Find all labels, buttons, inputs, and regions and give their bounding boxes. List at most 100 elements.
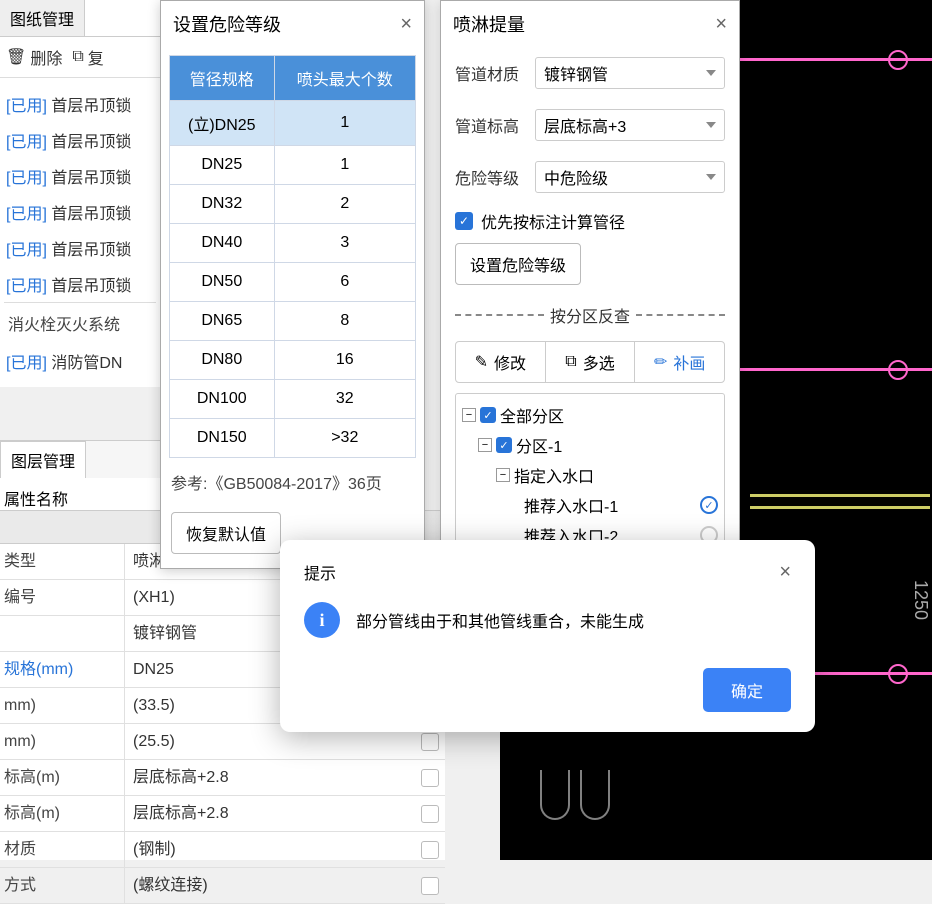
ok-button[interactable]: 确定 [703,668,791,712]
tab-drawing-mgmt[interactable]: 图纸管理 [0,0,85,36]
delete-button[interactable]: 🗑 删除 [6,45,62,69]
select-material[interactable]: 镀锌钢管 [535,57,725,89]
form-row-elevation: 管道标高 层底标高+3 [441,99,739,151]
table-row[interactable]: DN403 [170,224,416,263]
table-row[interactable]: (立)DN251 [170,101,416,146]
prop-checkbox[interactable] [415,868,445,903]
select-risk[interactable]: 中危险级 [535,161,725,193]
table-row[interactable]: DN251 [170,146,416,185]
checkbox-label: 优先按标注计算管径 [481,209,625,233]
status-ok-icon: ✓ [700,496,718,514]
tree-item[interactable]: [已用] 首层吊顶锁 [4,122,156,158]
chevron-down-icon [706,122,716,128]
cell-count: 16 [274,341,415,380]
cell-spec: DN80 [170,341,275,380]
table-row[interactable]: DN506 [170,263,416,302]
cell-count: 8 [274,302,415,341]
set-risk-button[interactable]: 设置危险等级 [455,243,581,285]
pipe-line [800,672,932,675]
cell-spec: DN32 [170,185,275,224]
dimension-text: 1250 [910,580,931,620]
used-tag: [已用] [6,206,47,223]
drawing-tree: [已用] 首层吊顶锁 [已用] 首层吊顶锁 [已用] 首层吊顶锁 [已用] 首层… [0,78,160,387]
panel-header: 喷淋提量 × [441,1,739,47]
item-label: 首层吊顶锁 [51,206,131,223]
copy-label: 复 [88,45,104,69]
prop-key: mm) [0,724,125,759]
copy-button[interactable]: ⧉ 复 [72,45,103,69]
info-icon: i [304,602,340,638]
tree-item[interactable]: [已用] 消防管DN [4,343,156,379]
cell-spec: DN150 [170,419,275,458]
layer-tab[interactable]: 图层管理 [0,441,86,478]
copy-icon: ⧉ [72,48,83,66]
prop-key: 类型 [0,544,125,579]
close-icon[interactable]: × [715,13,727,36]
dash-left [455,314,544,316]
separator-row: 按分区反查 [441,295,739,335]
zone-row-inlet[interactable]: − 指定入水口 [460,460,720,490]
zone-row-all[interactable]: − ✓ 全部分区 [460,400,720,430]
close-icon[interactable]: × [779,561,791,584]
prop-row[interactable]: 材质(钢制) [0,832,445,868]
prop-checkbox[interactable] [415,832,445,867]
pencil-icon: ✏ [654,352,667,372]
table-row[interactable]: DN322 [170,185,416,224]
select-elevation[interactable]: 层底标高+3 [535,109,725,141]
prop-checkbox[interactable] [415,796,445,831]
expander-icon[interactable]: − [462,408,476,422]
zone-row-z1[interactable]: − ✓ 分区-1 [460,430,720,460]
checkbox-icon[interactable]: ✓ [480,407,496,423]
table-row[interactable]: DN10032 [170,380,416,419]
prop-key: 标高(m) [0,796,125,831]
zone-label: 分区-1 [516,433,562,457]
used-tag: [已用] [6,355,47,372]
close-icon[interactable]: × [400,13,412,36]
select-value: 层底标高+3 [544,113,626,137]
prop-row[interactable]: 标高(m)层底标高+2.8 [0,760,445,796]
tree-item[interactable]: [已用] 首层吊顶锁 [4,194,156,230]
cell-count: 32 [274,380,415,419]
cell-count: 3 [274,224,415,263]
used-tag: [已用] [6,98,47,115]
tree-item[interactable]: [已用] 首层吊顶锁 [4,158,156,194]
separator-label: 按分区反查 [544,303,636,327]
zone-label: 推荐入水口-1 [524,493,618,517]
prop-key: 标高(m) [0,760,125,795]
zone-label: 指定入水口 [514,463,594,487]
prop-row[interactable]: 方式(螺纹连接) [0,868,445,904]
table-row[interactable]: DN150>32 [170,419,416,458]
zone-label: 全部分区 [500,403,564,427]
table-row[interactable]: DN658 [170,302,416,341]
prop-key: 方式 [0,868,125,903]
modify-button[interactable]: ✎修改 [456,342,546,382]
prop-row[interactable]: 标高(m)层底标高+2.8 [0,796,445,832]
checkbox-row-priority[interactable]: ✓ 优先按标注计算管径 [441,203,739,243]
cell-count: 2 [274,185,415,224]
prop-val: (钢制) [125,832,415,867]
cell-spec: DN65 [170,302,275,341]
checkbox-icon[interactable]: ✓ [496,437,512,453]
item-label: 首层吊顶锁 [51,98,131,115]
zone-row-inlet-1[interactable]: 推荐入水口-1 ✓ [460,490,720,520]
sidebar-toolbar: 🗑 删除 ⧉ 复 [0,37,160,78]
label-elevation: 管道标高 [455,113,535,137]
used-tag: [已用] [6,278,47,295]
btn-label: 修改 [494,350,526,374]
sprinkler-arc [540,770,570,820]
prop-checkbox[interactable] [415,760,445,795]
tree-item[interactable]: [已用] 首层吊顶锁 [4,230,156,266]
expander-icon[interactable]: − [496,468,510,482]
prop-key[interactable]: 规格(mm) [0,652,125,687]
draw-button[interactable]: ✏补画 [635,342,724,382]
expander-icon[interactable]: − [478,438,492,452]
node-marker-icon [888,50,908,70]
zone-toolbar: ✎修改 ⧉多选 ✏补画 [455,341,725,383]
tree-item[interactable]: [已用] 首层吊顶锁 [4,86,156,122]
form-row-risk: 危险等级 中危险级 [441,151,739,203]
tree-item[interactable]: [已用] 首层吊顶锁 [4,266,156,302]
table-row[interactable]: DN8016 [170,341,416,380]
restore-default-button[interactable]: 恢复默认值 [171,512,281,554]
multi-select-button[interactable]: ⧉多选 [546,342,636,382]
cell-count: >32 [274,419,415,458]
